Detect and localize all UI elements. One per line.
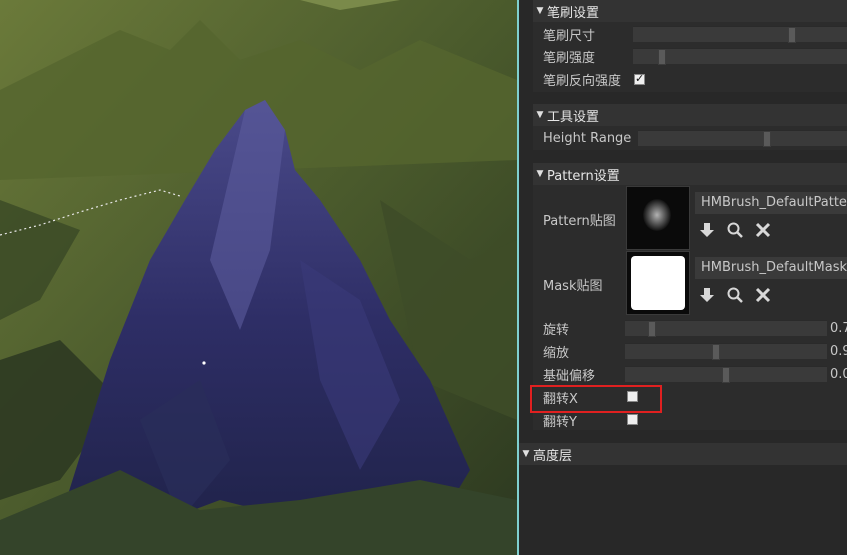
brush-strength-slider-thumb[interactable] (658, 49, 666, 65)
mask-preview-image (627, 252, 689, 314)
brush-strength-slider[interactable] (633, 48, 847, 65)
scale-label: 缩放 (543, 345, 570, 361)
height-range-slider-thumb[interactable] (763, 131, 771, 147)
triangle-down-icon: ▼ (536, 110, 544, 120)
pattern-settings-header[interactable]: ▼ Pattern设置 (533, 163, 847, 185)
mask-browse-asset-button[interactable] (723, 284, 747, 306)
terrain-viewport[interactable] (0, 0, 517, 555)
tool-settings-header[interactable]: ▼ 工具设置 (533, 104, 847, 126)
height-range-label: Height Range (543, 130, 632, 146)
pattern-preview-image (627, 187, 689, 249)
scale-slider-thumb[interactable] (712, 344, 720, 360)
close-x-icon (755, 287, 771, 303)
brush-settings-header[interactable]: ▼ 笔刷设置 (533, 0, 847, 22)
pattern-texture-thumbnail[interactable] (626, 186, 690, 250)
triangle-down-icon: ▼ (536, 169, 544, 179)
pattern-use-asset-button[interactable] (695, 219, 719, 241)
rotation-label: 旋转 (543, 322, 570, 338)
mask-texture-field[interactable]: HMBrush_DefaultMask. (695, 257, 847, 279)
invert-strength-row: 笔刷反向强度 (533, 68, 847, 90)
rotation-slider[interactable] (625, 320, 827, 337)
magnifier-icon (727, 222, 743, 238)
mask-clear-asset-button[interactable] (751, 284, 775, 306)
base-offset-slider-thumb[interactable] (722, 367, 730, 383)
brush-size-label: 笔刷尺寸 (543, 28, 596, 44)
height-range-row: Height Range (533, 127, 847, 149)
terrain-render (0, 0, 517, 555)
flip-x-highlight-box (530, 385, 662, 413)
height-range-slider[interactable] (638, 130, 847, 147)
invert-strength-label: 笔刷反向强度 (543, 73, 622, 89)
brush-size-slider[interactable] (633, 26, 847, 43)
brush-strength-row: 笔刷强度 (533, 45, 847, 67)
height-layer-header[interactable]: ▼ 高度层 (519, 443, 847, 465)
close-x-icon (755, 222, 771, 238)
scale-value[interactable]: 0.9 (830, 344, 847, 359)
tool-settings-section: Height Range (533, 126, 847, 150)
brush-size-row: 笔刷尺寸 (533, 23, 847, 45)
base-offset-label: 基础偏移 (543, 368, 596, 384)
rotation-row: 旋转 0.7 (533, 317, 847, 339)
flip-y-label: 翻转Y (543, 414, 577, 430)
down-arrow-icon (700, 288, 714, 302)
brush-size-slider-thumb[interactable] (788, 27, 796, 43)
pattern-texture-label: Pattern贴图 (543, 214, 616, 229)
pattern-clear-asset-button[interactable] (751, 219, 775, 241)
pattern-browse-asset-button[interactable] (723, 219, 747, 241)
pattern-settings-title: Pattern设置 (547, 168, 620, 184)
mask-texture-label: Mask贴图 (543, 279, 603, 294)
mask-use-asset-button[interactable] (695, 284, 719, 306)
base-offset-value[interactable]: 0.0 (830, 367, 847, 382)
scale-row: 缩放 0.9 (533, 340, 847, 362)
rotation-slider-thumb[interactable] (648, 321, 656, 337)
height-layer-title: 高度层 (533, 448, 573, 464)
mask-texture-thumbnail[interactable] (626, 251, 690, 315)
brush-settings-title: 笔刷设置 (547, 5, 600, 21)
base-offset-slider[interactable] (625, 366, 827, 383)
invert-strength-checkbox[interactable] (634, 72, 645, 85)
rotation-value[interactable]: 0.7 (830, 321, 847, 336)
triangle-down-icon: ▼ (536, 6, 544, 16)
brush-strength-label: 笔刷强度 (543, 50, 596, 66)
brush-settings-section: 笔刷尺寸 笔刷强度 笔刷反向强度 (533, 22, 847, 92)
down-arrow-icon (700, 223, 714, 237)
pattern-texture-field[interactable]: HMBrush_DefaultPattern (695, 192, 847, 214)
inspector-panel: ▼ 笔刷设置 笔刷尺寸 笔刷强度 笔刷反向强度 ▼ 工具设置 Height Ra… (519, 0, 847, 555)
flip-y-checkbox[interactable] (627, 414, 638, 425)
scale-slider[interactable] (625, 343, 827, 360)
base-offset-row: 基础偏移 0.0 (533, 363, 847, 385)
tool-settings-title: 工具设置 (547, 109, 600, 125)
triangle-down-icon: ▼ (522, 449, 530, 459)
magnifier-icon (727, 287, 743, 303)
